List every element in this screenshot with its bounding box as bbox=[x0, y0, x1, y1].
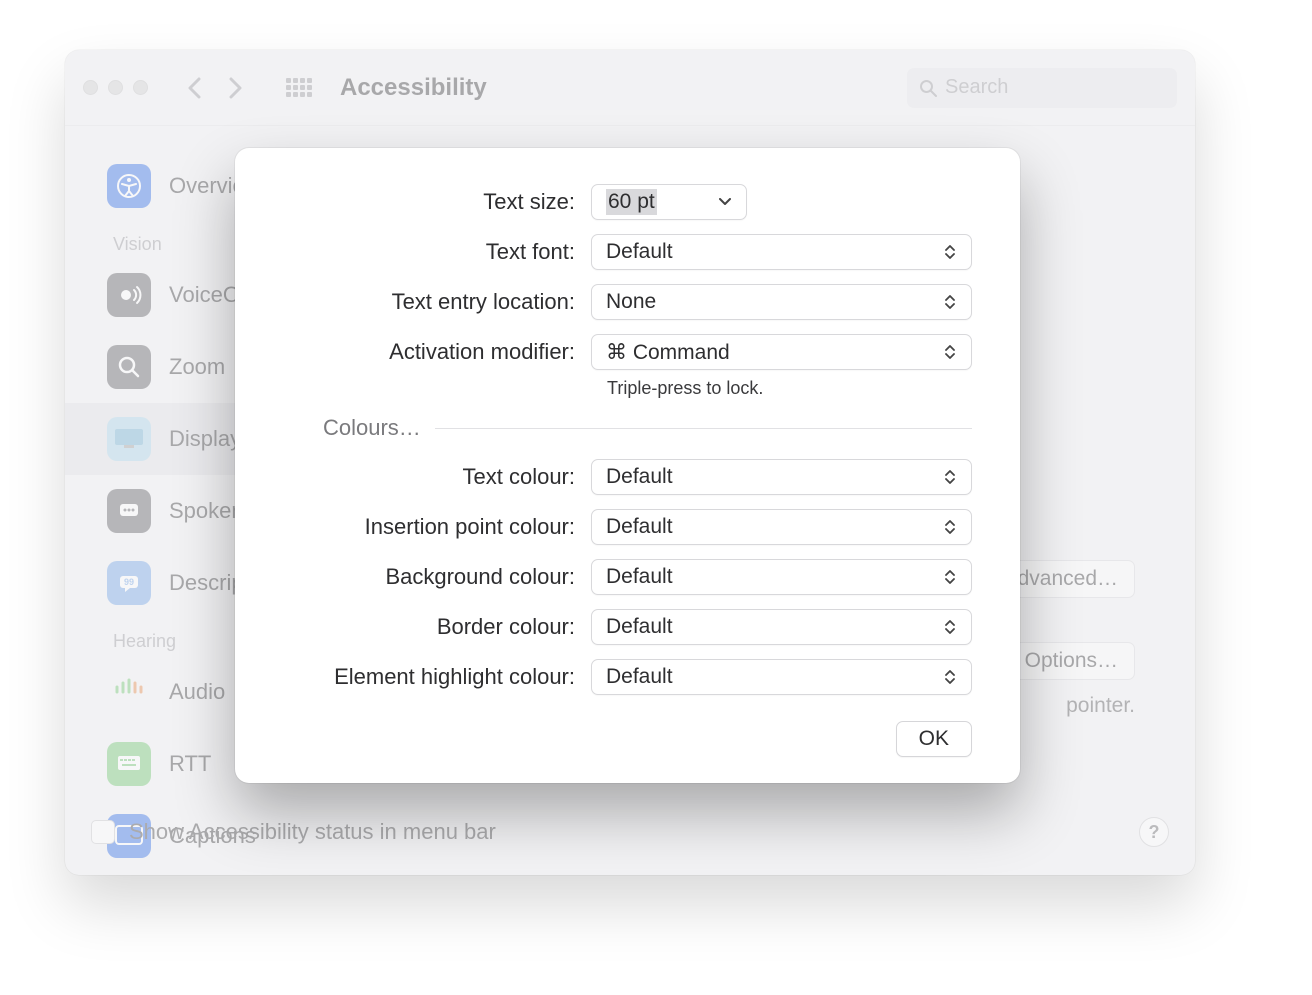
text-colour-row: Text colour: Default bbox=[283, 459, 972, 495]
colours-section-label: Colours… bbox=[323, 415, 421, 441]
text-font-popup[interactable]: Default bbox=[591, 234, 972, 270]
text-size-combobox[interactable]: 60 pt bbox=[591, 184, 747, 220]
popup-arrows-icon bbox=[939, 620, 961, 634]
popup-arrows-icon bbox=[939, 670, 961, 684]
pointer-label: pointer. bbox=[1066, 694, 1135, 718]
insertion-point-colour-row: Insertion point colour: Default bbox=[283, 509, 972, 545]
popup-arrows-icon bbox=[939, 470, 961, 484]
spoken-content-icon bbox=[107, 489, 151, 533]
audio-icon bbox=[107, 670, 151, 714]
accessibility-icon bbox=[107, 164, 151, 208]
show-status-label: Show Accessibility status in menu bar bbox=[129, 819, 496, 845]
activation-modifier-label: Activation modifier: bbox=[283, 339, 591, 365]
activation-modifier-helper: Triple-press to lock. bbox=[283, 378, 972, 399]
colours-section-header: Colours… bbox=[323, 415, 972, 441]
show-all-icon[interactable] bbox=[286, 78, 312, 97]
show-status-checkbox[interactable] bbox=[91, 820, 115, 844]
popup-arrows-icon bbox=[939, 295, 961, 309]
sidebar-item-label: Audio bbox=[169, 679, 225, 705]
element-highlight-colour-popup[interactable]: Default bbox=[591, 659, 972, 695]
modal-footer: OK bbox=[283, 721, 972, 757]
popup-arrows-icon bbox=[939, 345, 961, 359]
element-highlight-colour-row: Element highlight colour: Default bbox=[283, 659, 972, 695]
insertion-point-colour-value: Default bbox=[606, 515, 939, 539]
options-button[interactable]: Options… bbox=[1008, 642, 1135, 680]
text-size-value: 60 pt bbox=[606, 189, 714, 215]
search-icon bbox=[919, 79, 937, 97]
popup-arrows-icon bbox=[939, 570, 961, 584]
text-size-row: Text size: 60 pt bbox=[283, 184, 972, 220]
popup-arrows-icon bbox=[939, 245, 961, 259]
search-field[interactable]: Search bbox=[907, 68, 1177, 108]
svg-text:99: 99 bbox=[124, 577, 134, 587]
close-window-button[interactable] bbox=[83, 80, 98, 95]
chevron-down-icon bbox=[714, 198, 736, 206]
activation-modifier-popup[interactable]: ⌘ Command bbox=[591, 334, 972, 370]
border-colour-label: Border colour: bbox=[283, 614, 591, 640]
popup-arrows-icon bbox=[939, 520, 961, 534]
sidebar-item-label: Zoom bbox=[169, 354, 225, 380]
minimize-window-button[interactable] bbox=[108, 80, 123, 95]
rtt-icon bbox=[107, 742, 151, 786]
descriptions-icon: 99 bbox=[107, 561, 151, 605]
text-font-label: Text font: bbox=[283, 239, 591, 265]
background-colour-row: Background colour: Default bbox=[283, 559, 972, 595]
voiceover-icon bbox=[107, 273, 151, 317]
back-button[interactable] bbox=[178, 72, 210, 104]
activation-modifier-row: Activation modifier: ⌘ Command bbox=[283, 334, 972, 370]
activation-modifier-value: ⌘ Command bbox=[606, 340, 939, 365]
element-highlight-colour-value: Default bbox=[606, 665, 939, 689]
text-font-value: Default bbox=[606, 240, 939, 264]
element-highlight-colour-label: Element highlight colour: bbox=[283, 664, 591, 690]
traffic-lights[interactable] bbox=[83, 80, 148, 95]
display-icon bbox=[107, 417, 151, 461]
border-colour-row: Border colour: Default bbox=[283, 609, 972, 645]
forward-button[interactable] bbox=[220, 72, 252, 104]
help-button[interactable]: ? bbox=[1139, 817, 1169, 847]
zoom-window-button[interactable] bbox=[133, 80, 148, 95]
border-colour-popup[interactable]: Default bbox=[591, 609, 972, 645]
titlebar: Accessibility Search bbox=[65, 50, 1195, 126]
hover-text-settings-sheet: Text size: 60 pt Text font: Default Text… bbox=[235, 148, 1020, 783]
text-entry-location-label: Text entry location: bbox=[283, 289, 591, 315]
divider-line bbox=[435, 428, 972, 429]
sidebar-item-label: Display bbox=[169, 426, 241, 452]
text-entry-location-popup[interactable]: None bbox=[591, 284, 972, 320]
window-title: Accessibility bbox=[340, 74, 487, 102]
insertion-point-colour-popup[interactable]: Default bbox=[591, 509, 972, 545]
zoom-icon bbox=[107, 345, 151, 389]
footer-row: Show Accessibility status in menu bar ? bbox=[91, 817, 1169, 847]
text-entry-location-row: Text entry location: None bbox=[283, 284, 972, 320]
ok-button[interactable]: OK bbox=[896, 721, 972, 757]
background-colour-popup[interactable]: Default bbox=[591, 559, 972, 595]
text-font-row: Text font: Default bbox=[283, 234, 972, 270]
text-colour-value: Default bbox=[606, 465, 939, 489]
background-colour-value: Default bbox=[606, 565, 939, 589]
insertion-point-colour-label: Insertion point colour: bbox=[283, 514, 591, 540]
text-colour-label: Text colour: bbox=[283, 464, 591, 490]
background-colour-label: Background colour: bbox=[283, 564, 591, 590]
text-size-label: Text size: bbox=[283, 189, 591, 215]
sidebar-item-label: RTT bbox=[169, 751, 211, 777]
border-colour-value: Default bbox=[606, 615, 939, 639]
text-colour-popup[interactable]: Default bbox=[591, 459, 972, 495]
text-entry-location-value: None bbox=[606, 290, 939, 314]
search-placeholder: Search bbox=[945, 76, 1008, 99]
